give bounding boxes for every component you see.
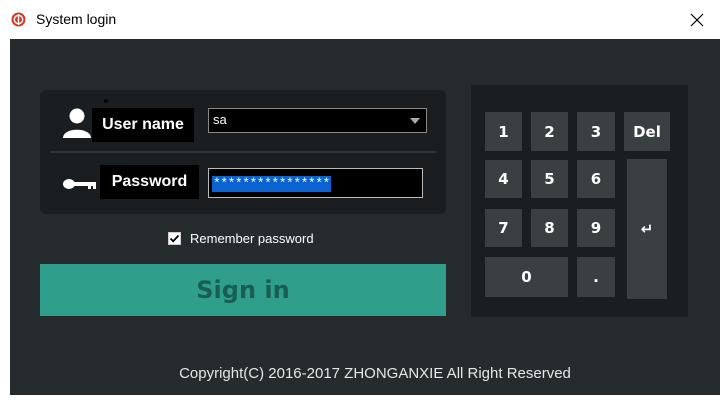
copyright-text: Copyright(C) 2016-2017 ZHONGANXIE All Ri…	[179, 365, 571, 382]
close-icon	[690, 13, 704, 26]
window-border-left	[0, 39, 10, 401]
key-icon	[63, 179, 96, 189]
key-8[interactable]: 8	[531, 209, 568, 247]
title-bar: System login	[0, 0, 720, 39]
username-value: sa	[213, 112, 227, 127]
password-input[interactable]: ****************	[208, 168, 423, 198]
key-4[interactable]: 4	[485, 160, 522, 198]
key-1[interactable]: 1	[485, 112, 522, 151]
key-7[interactable]: 7	[485, 209, 522, 247]
key-enter[interactable]: ↵	[627, 159, 667, 299]
key-2[interactable]: 2	[531, 112, 568, 151]
marker-dot	[104, 99, 108, 103]
key-3[interactable]: 3	[577, 112, 615, 151]
app-logo-icon	[11, 12, 26, 27]
dropdown-arrow-icon[interactable]	[410, 118, 420, 124]
enter-icon: ↵	[640, 220, 654, 238]
key-0[interactable]: 0	[485, 257, 568, 297]
remember-label: Remember password	[190, 231, 314, 246]
numeric-keypad: 1 2 3 Del 4 5 6 7 8 9 0 . ↵	[471, 85, 688, 317]
key-decimal[interactable]: .	[577, 257, 615, 297]
username-combobox[interactable]: sa	[208, 108, 427, 133]
username-label: User name	[92, 108, 194, 142]
window-title: System login	[36, 11, 117, 27]
credentials-panel: User name sa Password ****************	[40, 90, 446, 214]
remember-password[interactable]: Remember password	[168, 231, 314, 246]
window-border-bottom	[0, 395, 720, 401]
check-icon	[169, 234, 180, 243]
login-window: System login User name sa Password *****…	[0, 0, 720, 401]
close-button[interactable]	[674, 0, 720, 39]
sign-in-button[interactable]: Sign in	[40, 264, 446, 316]
key-5[interactable]: 5	[531, 160, 568, 198]
key-6[interactable]: 6	[577, 160, 615, 198]
field-divider	[50, 151, 436, 153]
user-icon	[63, 108, 91, 138]
key-9[interactable]: 9	[577, 209, 615, 247]
password-value: ****************	[212, 176, 331, 192]
password-label: Password	[100, 165, 199, 199]
remember-checkbox[interactable]	[168, 232, 181, 245]
key-delete[interactable]: Del	[624, 112, 670, 151]
